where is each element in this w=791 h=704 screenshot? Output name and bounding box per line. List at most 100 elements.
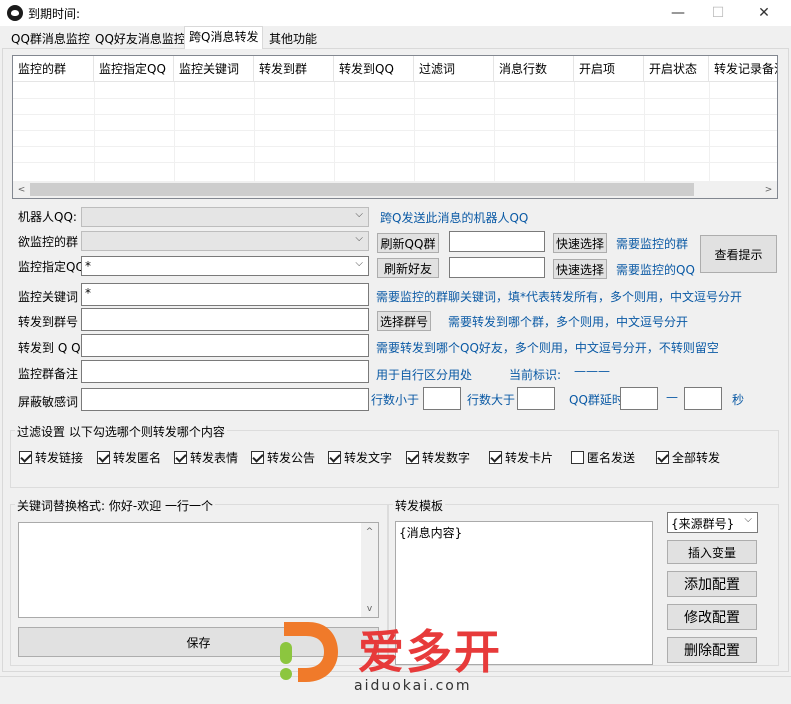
checkbox-forward-notice[interactable]: 转发公告 [251, 449, 315, 466]
robot-qq-combo[interactable]: ⌵ [81, 207, 369, 227]
checkbox-forward-text[interactable]: 转发文字 [328, 449, 392, 466]
variable-select-value: {来源群号} [671, 517, 735, 531]
checkbox-icon[interactable] [489, 451, 502, 464]
keyword-label: 监控关键词 [18, 290, 79, 304]
checkbox-forward-all[interactable]: 全部转发 [656, 449, 720, 466]
forward-group-hint: 需要转发到哪个群，多个则用，中文逗号分开 [448, 315, 689, 329]
column-header[interactable]: 监控关键词 [174, 56, 254, 82]
add-config-button[interactable]: 添加配置 [667, 571, 757, 597]
insert-variable-button[interactable]: 插入变量 [667, 540, 757, 564]
list-header: 监控的群 监控指定QQ 监控关键词 转发到群 转发到QQ 过滤词 消息行数 开启… [13, 56, 777, 82]
watermark-text: 爱多开 [358, 625, 502, 679]
lines-less-input[interactable] [423, 387, 461, 410]
quick-select-group-button[interactable]: 快速选择 [553, 233, 607, 253]
column-header[interactable]: 转发到QQ [334, 56, 414, 82]
scrollbar-thumb[interactable] [30, 183, 694, 196]
keyword-replace-textarea[interactable]: ^ v [18, 522, 379, 618]
forward-qq-hint: 需要转发到哪个QQ好友，多个则用，中文逗号分开，不转则留空 [376, 341, 719, 355]
checkbox-icon[interactable] [571, 451, 584, 464]
monitor-group-combo[interactable]: ⌵ [81, 231, 369, 251]
keyword-hint: 需要监控的群聊关键词，填*代表转发所有，多个则用，中文逗号分开 [376, 290, 743, 304]
window-title: 到期时间: [28, 7, 81, 21]
current-mark-label: 当前标识: [509, 368, 562, 382]
forward-qq-input[interactable] [81, 334, 369, 357]
forward-rules-list[interactable]: 监控的群 监控指定QQ 监控关键词 转发到群 转发到QQ 过滤词 消息行数 开启… [12, 55, 778, 199]
checkbox-icon[interactable] [19, 451, 32, 464]
vertical-scrollbar[interactable]: ^ v [361, 523, 378, 617]
delay-max-input[interactable] [684, 387, 722, 410]
delete-config-button[interactable]: 删除配置 [667, 637, 757, 663]
seconds-label: 秒 [732, 393, 745, 407]
filter-word-input[interactable] [81, 388, 369, 411]
monitor-group-label: 欲监控的群 [18, 235, 79, 249]
robot-qq-label: 机器人QQ: [18, 210, 77, 224]
column-header[interactable]: 转发到群 [254, 56, 334, 82]
tab-qq-friend-monitor[interactable]: QQ好友消息监控 [90, 28, 191, 48]
filter-settings-title: 过滤设置 以下勾选哪个则转发哪个内容 [15, 423, 227, 440]
remark-input[interactable] [81, 360, 369, 383]
edit-config-button[interactable]: 修改配置 [667, 604, 757, 630]
monitor-qq-input[interactable] [449, 257, 545, 278]
refresh-friend-button[interactable]: 刷新好友 [377, 258, 439, 278]
checkbox-forward-card[interactable]: 转发卡片 [489, 449, 553, 466]
checkbox-icon[interactable] [656, 451, 669, 464]
delay-range-dash: — [666, 390, 678, 404]
checkbox-icon[interactable] [406, 451, 419, 464]
watermark-logo-icon [280, 622, 338, 682]
forward-group-label: 转发到群号 [18, 315, 79, 329]
checkbox-anonymous-send[interactable]: 匿名发送 [571, 449, 635, 466]
view-tip-button[interactable]: 查看提示 [700, 235, 777, 273]
chevron-down-icon: ⌵ [744, 514, 752, 525]
keyword-input[interactable]: * [81, 283, 369, 306]
current-mark-value: ——— [574, 364, 610, 378]
chevron-down-icon: ⌵ [355, 258, 363, 269]
remark-hint: 用于自行区分用处 [376, 368, 473, 382]
checkbox-forward-number[interactable]: 转发数字 [406, 449, 470, 466]
column-header[interactable]: 消息行数 [494, 56, 574, 82]
scroll-right-icon[interactable]: > [760, 181, 777, 198]
monitor-qq-combo[interactable]: * ⌵ [81, 256, 369, 276]
scroll-left-icon[interactable]: < [13, 181, 30, 198]
scroll-down-icon[interactable]: v [361, 600, 378, 617]
maximize-button[interactable]: ☐ [695, 0, 741, 26]
checkbox-icon[interactable] [97, 451, 110, 464]
column-header[interactable]: 过滤词 [414, 56, 494, 82]
refresh-group-button[interactable]: 刷新QQ群 [377, 233, 439, 253]
column-header[interactable]: 开启状态 [644, 56, 709, 82]
monitor-group-input[interactable] [449, 231, 545, 252]
checkbox-forward-anonymous[interactable]: 转发匿名 [97, 449, 161, 466]
close-button[interactable]: ✕ [741, 0, 787, 26]
tab-other-functions[interactable]: 其他功能 [264, 28, 322, 48]
variable-select[interactable]: {来源群号} ⌵ [667, 512, 758, 533]
checkbox-icon[interactable] [251, 451, 264, 464]
delay-min-input[interactable] [620, 387, 658, 410]
monitor-qq-hint: 需要监控的QQ [616, 263, 695, 277]
forward-template-title: 转发模板 [393, 497, 446, 514]
forward-qq-label: 转发到 Q Q [18, 341, 81, 355]
monitor-qq-label: 监控指定QQ [18, 260, 85, 274]
checkbox-icon[interactable] [174, 451, 187, 464]
horizontal-scrollbar[interactable]: < > [13, 181, 777, 198]
column-header[interactable]: 转发记录备注 [709, 56, 777, 82]
monitor-group-hint: 需要监控的群 [616, 237, 689, 251]
remark-label: 监控群备注 [18, 367, 79, 381]
chevron-down-icon: ⌵ [355, 209, 363, 220]
watermark-url: aiduokai.com [354, 678, 472, 694]
lines-more-label: 行数大于 [467, 393, 516, 407]
quick-select-qq-button[interactable]: 快速选择 [553, 259, 607, 279]
lines-less-label: 行数小于 [371, 393, 420, 407]
scroll-up-icon[interactable]: ^ [361, 523, 378, 540]
column-header[interactable]: 开启项 [574, 56, 644, 82]
checkbox-forward-link[interactable]: 转发链接 [19, 449, 83, 466]
forward-group-input[interactable] [81, 308, 369, 331]
lines-more-input[interactable] [517, 387, 555, 410]
checkbox-forward-emoji[interactable]: 转发表情 [174, 449, 238, 466]
select-group-button[interactable]: 选择群号 [377, 311, 431, 331]
tab-qq-group-monitor[interactable]: QQ群消息监控 [6, 28, 95, 48]
tab-cross-q-forward[interactable]: 跨Q消息转发 [184, 26, 264, 49]
checkbox-icon[interactable] [328, 451, 341, 464]
chevron-down-icon: ⌵ [355, 233, 363, 244]
column-header[interactable]: 监控的群 [13, 56, 94, 82]
column-header[interactable]: 监控指定QQ [94, 56, 174, 82]
robot-qq-hint: 跨Q发送此消息的机器人QQ [380, 211, 529, 225]
